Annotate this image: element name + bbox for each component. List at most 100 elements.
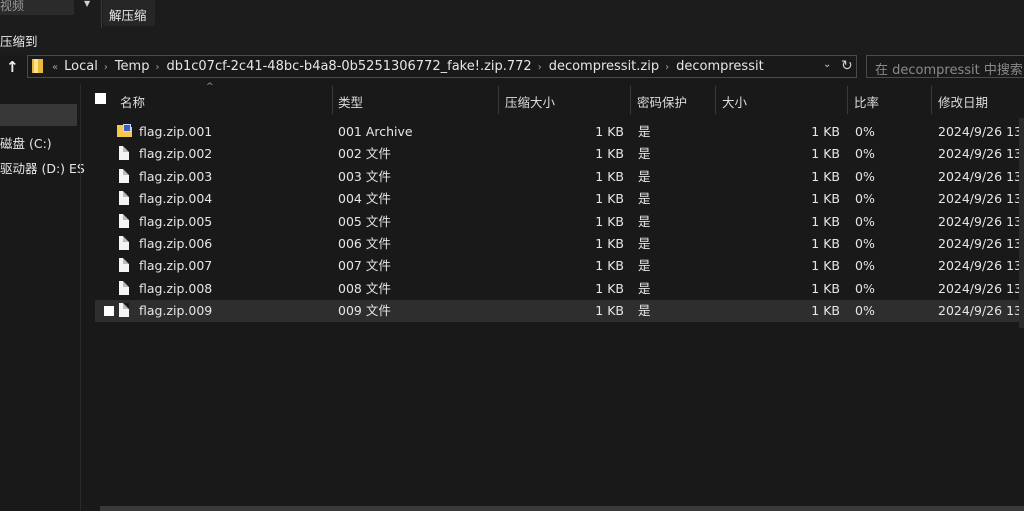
select-all-checkbox[interactable]	[95, 93, 106, 104]
file-protected: 是	[638, 236, 651, 251]
file-size: 1 KB	[811, 258, 840, 274]
breadcrumb: « Local › Temp › db1c07cf-2c41-48bc-b4a8-0b52…	[52, 59, 764, 75]
column-divider[interactable]	[630, 86, 631, 114]
file-packed: 1 KB	[595, 191, 624, 207]
refresh-icon[interactable]: ↻	[841, 58, 853, 74]
file-modified: 2024/9/26 13:5	[938, 258, 1024, 274]
file-ratio: 0%	[855, 191, 875, 207]
breadcrumb-local[interactable]: Local	[64, 59, 98, 75]
file-protected: 是	[638, 303, 651, 319]
file-packed: 1 KB	[595, 146, 624, 162]
file-modified: 2024/9/26 13:5	[938, 124, 1024, 139]
file-icon	[119, 258, 129, 273]
file-row[interactable]: flag.zip.005 005 文件 1 KB 是 1 KB 0% 2024/9/26 1…	[95, 211, 1024, 233]
column-size[interactable]: 大小	[722, 92, 747, 111]
up-arrow-icon[interactable]: ↑	[6, 59, 22, 75]
breadcrumb-temp[interactable]: Temp	[115, 59, 150, 75]
file-name: flag.zip.006	[139, 236, 213, 251]
chevron-right-icon[interactable]: ›	[155, 60, 159, 76]
file-modified: 2024/9/26 13:5	[938, 236, 1024, 251]
address-dropdown-icon[interactable]: ⌄	[823, 59, 831, 70]
column-divider[interactable]	[715, 86, 716, 114]
sort-ascending-icon: ^	[206, 82, 214, 92]
file-packed: 1 KB	[595, 258, 624, 274]
chevron-right-icon[interactable]: ›	[665, 60, 669, 76]
file-ratio: 0%	[855, 124, 875, 139]
file-name: flag.zip.004	[139, 191, 213, 207]
file-size: 1 KB	[811, 236, 840, 251]
file-icon	[119, 236, 129, 250]
column-ratio[interactable]: 比率	[854, 92, 879, 111]
breadcrumb-decompressit[interactable]: decompressit	[676, 59, 764, 75]
file-modified: 2024/9/26 13:5	[938, 168, 1024, 184]
file-row[interactable]: flag.zip.006 006 文件 1 KB 是 1 KB 0% 2024/9/26 1…	[95, 233, 1024, 255]
archive-icon	[117, 124, 132, 137]
extract-to-button[interactable]: 压缩到	[0, 31, 38, 50]
file-icon	[119, 213, 129, 228]
file-row[interactable]: flag.zip.003 003 文件 1 KB 是 1 KB 0% 2024/9/26 1…	[95, 166, 1024, 188]
row-checkbox[interactable]	[104, 306, 114, 317]
file-row[interactable]: flag.zip.008 008 文件 1 KB 是 1 KB 0% 2024/9/26 1…	[95, 278, 1024, 300]
nav-item-selected[interactable]	[0, 104, 77, 126]
horizontal-scrollbar[interactable]	[100, 506, 1024, 511]
file-ratio: 0%	[855, 213, 875, 229]
column-password-protected[interactable]: 密码保护	[637, 92, 687, 111]
file-size: 1 KB	[811, 213, 840, 229]
column-modified[interactable]: 修改日期	[938, 92, 988, 111]
ribbon-video-button[interactable]: 视频	[0, 0, 74, 15]
file-ratio: 0%	[855, 303, 875, 319]
column-divider[interactable]	[332, 86, 333, 114]
file-ratio: 0%	[855, 146, 875, 162]
nav-item-drive-d[interactable]: 驱动器 (D:) ES	[0, 158, 85, 177]
file-size: 1 KB	[811, 124, 840, 139]
ribbon-dropdown-arrow-icon[interactable]: ▼	[84, 0, 90, 8]
file-protected: 是	[638, 168, 651, 184]
file-protected: 是	[638, 280, 651, 296]
file-row[interactable]: flag.zip.009 009 文件 1 KB 是 1 KB 0% 2024/9/26 1…	[95, 300, 1024, 323]
file-packed: 1 KB	[595, 124, 624, 139]
file-ratio: 0%	[855, 168, 875, 184]
column-divider[interactable]	[498, 86, 499, 114]
file-modified: 2024/9/26 13:5	[938, 191, 1024, 207]
column-type[interactable]: 类型	[338, 92, 363, 111]
file-type: 004 文件	[338, 191, 391, 207]
extract-button[interactable]: 解压缩	[109, 5, 147, 24]
file-name: flag.zip.005	[139, 213, 213, 229]
file-name: flag.zip.002	[139, 146, 213, 162]
file-packed: 1 KB	[595, 280, 624, 296]
overflow-chevron-icon[interactable]: «	[52, 60, 58, 76]
file-protected: 是	[638, 124, 651, 139]
file-row[interactable]: flag.zip.004 004 文件 1 KB 是 1 KB 0% 2024/9/26 1…	[95, 188, 1024, 210]
file-row[interactable]: flag.zip.002 002 文件 1 KB 是 1 KB 0% 2024/9/26 1…	[95, 143, 1024, 165]
file-icon	[119, 191, 129, 206]
file-size: 1 KB	[811, 303, 840, 319]
column-divider[interactable]	[847, 86, 848, 114]
file-name: flag.zip.001	[139, 124, 213, 139]
ribbon-divider	[101, 0, 102, 28]
file-ratio: 0%	[855, 258, 875, 274]
search-placeholder: 在 decompressit 中搜索	[875, 63, 1023, 78]
column-packed-size[interactable]: 压缩大小	[505, 92, 555, 111]
file-row[interactable]: flag.zip.007 007 文件 1 KB 是 1 KB 0% 2024/9/26 1…	[95, 255, 1024, 277]
file-row[interactable]: flag.zip.001 001 Archive 1 KB 是 1 KB 0% 2024/9…	[95, 121, 1024, 143]
chevron-right-icon[interactable]: ›	[104, 60, 108, 76]
file-modified: 2024/9/26 13:5	[938, 280, 1024, 296]
file-type: 005 文件	[338, 213, 391, 229]
pane-divider[interactable]	[80, 84, 81, 511]
file-size: 1 KB	[811, 146, 840, 162]
file-protected: 是	[638, 213, 651, 229]
breadcrumb-archive-folder[interactable]: db1c07cf-2c41-48bc-b4a8-0b5251306772_fak…	[166, 59, 531, 75]
file-type: 009 文件	[338, 303, 391, 319]
column-name[interactable]: 名称	[120, 92, 145, 111]
file-modified: 2024/9/26 13:5	[938, 213, 1024, 229]
file-icon	[119, 168, 129, 183]
file-size: 1 KB	[811, 191, 840, 207]
file-ratio: 0%	[855, 280, 875, 296]
vertical-scrollbar[interactable]	[1019, 118, 1024, 328]
chevron-right-icon[interactable]: ›	[538, 60, 542, 76]
file-packed: 1 KB	[595, 213, 624, 229]
breadcrumb-decompressit-zip[interactable]: decompressit.zip	[549, 59, 659, 75]
file-packed: 1 KB	[595, 236, 624, 251]
column-divider[interactable]	[931, 86, 932, 114]
nav-item-drive-c[interactable]: 磁盘 (C:)	[0, 133, 52, 152]
